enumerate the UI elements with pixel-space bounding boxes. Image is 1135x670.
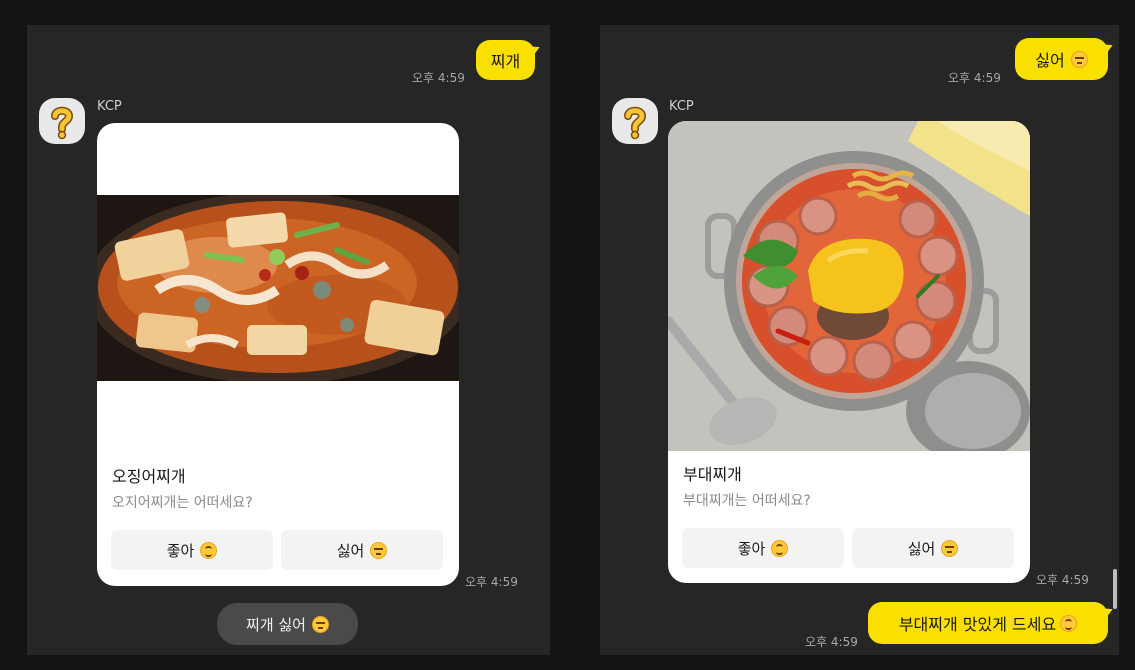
unamused-face-icon <box>941 539 959 557</box>
card-title: 오징어찌개 <box>112 467 186 486</box>
question-mark-icon <box>51 106 74 140</box>
user-reply-text: 부대찌개 맛있게 드세요 <box>898 615 1057 634</box>
like-button-label: 좋아 <box>166 541 195 560</box>
message-time: 오후 4:59 <box>948 71 1001 85</box>
user-message-bubble: 찌개 <box>476 40 535 80</box>
expressionless-face-icon <box>311 615 329 633</box>
user-message-text: 싫어 <box>1035 51 1065 70</box>
bot-name: KCP <box>97 99 122 114</box>
message-time: 오후 4:59 <box>412 71 465 85</box>
food-photo <box>668 121 1030 451</box>
grinning-face-icon <box>1060 614 1078 632</box>
like-button[interactable]: 좋아 <box>111 530 273 570</box>
card-description: 부대찌개는 어떠세요? <box>683 493 811 509</box>
quick-reply-label: 찌개 싫어 <box>246 615 306 634</box>
unamused-face-icon <box>1070 50 1088 68</box>
bot-avatar[interactable] <box>612 98 658 144</box>
bot-avatar[interactable] <box>39 98 85 144</box>
like-button-label: 좋아 <box>737 539 766 558</box>
user-message-bubble: 싫어 <box>1015 38 1108 80</box>
chat-panel-right: 싫어 오후 4:59 KCP 부대찌개 부대찌개는 어떠세요? 좋아 싫어 오후… <box>600 25 1119 655</box>
food-photo <box>97 195 459 381</box>
user-message-text: 찌개 <box>490 52 521 71</box>
dislike-button[interactable]: 싫어 <box>281 530 443 570</box>
bot-name: KCP <box>669 99 694 114</box>
card-title: 부대찌개 <box>683 465 742 484</box>
card-time: 오후 4:59 <box>1036 573 1089 587</box>
card-time: 오후 4:59 <box>465 575 518 589</box>
card-description: 오지어찌개는 어떠세요? <box>112 495 253 511</box>
user-reply-bubble: 부대찌개 맛있게 드세요 <box>868 602 1108 644</box>
reply-time: 오후 4:59 <box>805 635 858 649</box>
scrollbar-thumb[interactable] <box>1113 569 1117 609</box>
like-button[interactable]: 좋아 <box>682 528 844 568</box>
smiling-face-icon <box>200 541 218 559</box>
smiling-face-icon <box>771 539 789 557</box>
chat-panel-left: 찌개 오후 4:59 KCP 오징어찌개 오지어찌개는 어떠세요? 좋아 싫어 … <box>27 25 550 655</box>
dislike-button-label: 싫어 <box>907 539 936 558</box>
food-suggestion-card: 오징어찌개 오지어찌개는 어떠세요? 좋아 싫어 <box>97 123 459 586</box>
dislike-button[interactable]: 싫어 <box>852 528 1014 568</box>
food-suggestion-card: 부대찌개 부대찌개는 어떠세요? 좋아 싫어 <box>668 121 1030 583</box>
question-mark-icon <box>624 106 647 140</box>
unamused-face-icon <box>370 541 388 559</box>
dislike-button-label: 싫어 <box>336 541 365 560</box>
quick-reply-chip[interactable]: 찌개 싫어 <box>217 603 358 645</box>
